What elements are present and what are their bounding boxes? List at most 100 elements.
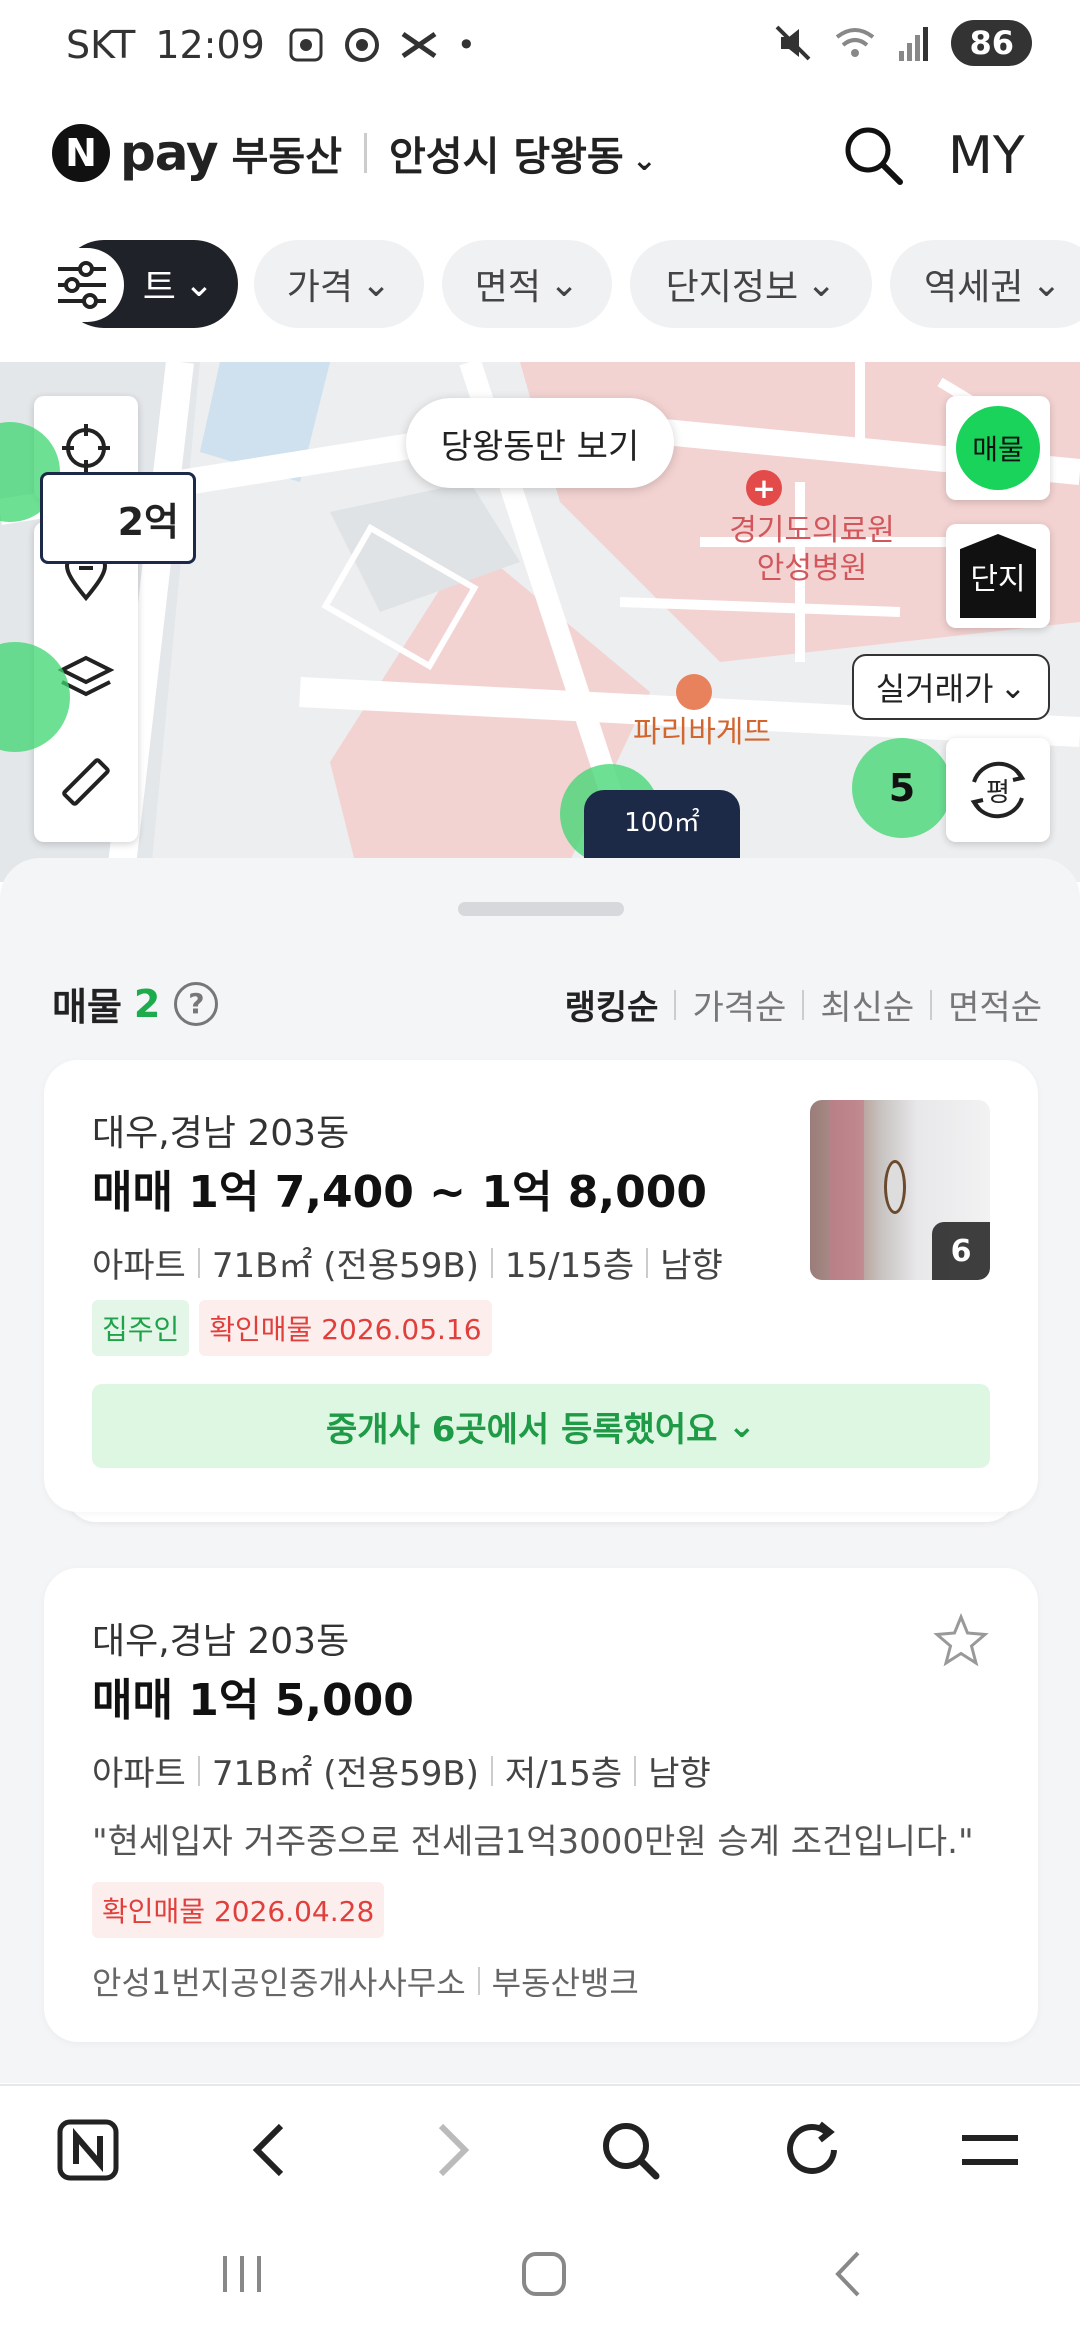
unit-toggle-button[interactable]: 평 xyxy=(946,738,1050,842)
chevron-down-icon: ⌄ xyxy=(549,263,580,305)
service-name: 부동산 xyxy=(231,134,342,180)
dong-only-label: 당왕동만 보기 xyxy=(440,426,640,467)
listing-area: 71B㎡ (전용59B) xyxy=(211,1246,479,1286)
help-icon[interactable]: ? xyxy=(174,981,219,1026)
filter-chip-label: 면적 xyxy=(474,267,542,308)
system-nav xyxy=(0,2214,1080,2340)
brand[interactable]: N pay 부동산 안성시 당왕동 ⌄ xyxy=(52,124,657,182)
listing-title: 매물 xyxy=(52,985,122,1029)
header-divider xyxy=(364,133,367,173)
agents-expand-button[interactable]: 중개사 6곳에서 등록했어요 ⌄ xyxy=(92,1384,990,1468)
hospital-label: 경기도의료원 안성병원 xyxy=(729,513,895,586)
listing-area: 71B㎡ (전용59B) xyxy=(211,1754,479,1794)
hospital-icon: + xyxy=(746,470,782,506)
listing-office: 안성1번지공인중개사사무소 부동산뱅크 xyxy=(92,1958,639,2004)
listing-type: 아파트 xyxy=(92,1754,186,1794)
chevron-down-icon: ⌄ xyxy=(727,1406,756,1446)
home-button[interactable] xyxy=(514,2244,574,2304)
chrome-icon xyxy=(344,28,379,62)
pyeong-label: 평 xyxy=(986,777,1010,808)
map-cluster[interactable]: 5 xyxy=(852,738,952,838)
filter-bar: 트 ⌄ 가격 ⌄ 면적 ⌄ 단지정보 ⌄ 역세권 ⌄ xyxy=(0,240,1080,332)
filter-chip-label: 단지정보 xyxy=(665,267,799,308)
filter-chip-area[interactable]: 면적 ⌄ xyxy=(442,240,612,328)
carrier: SKT xyxy=(66,23,136,67)
listing-description: "현세입자 거주중으로 전세금1억3000만원 승계 조건입니다." xyxy=(92,1822,974,1862)
hamburger-icon xyxy=(962,2135,1018,2165)
status-bar: SKT 12:09 • 86 xyxy=(0,0,1080,90)
sort-ranking[interactable]: 랭킹순 xyxy=(549,980,675,1029)
photo-count: 6 xyxy=(932,1222,990,1280)
listing-tags: 집주인 확인매물 2026.05.16 xyxy=(92,1300,502,1356)
refresh-icon xyxy=(787,2121,837,2174)
listing-direction: 남향 xyxy=(648,1754,711,1794)
recent-apps-button[interactable] xyxy=(212,2244,272,2304)
filter-chip-price[interactable]: 가격 ⌄ xyxy=(254,240,424,328)
app-header: N pay 부동산 안성시 당왕동 ⌄ MY xyxy=(0,110,1080,200)
photo-curtain xyxy=(830,1100,864,1280)
search-button[interactable] xyxy=(594,2114,666,2186)
listing-count: 2 xyxy=(133,981,161,1026)
my-button[interactable]: MY xyxy=(948,126,1025,186)
system-back-button[interactable] xyxy=(818,2244,878,2304)
sort-price[interactable]: 가격순 xyxy=(676,980,802,1029)
photo-mirror xyxy=(884,1160,906,1214)
sort-latest[interactable]: 최신순 xyxy=(804,980,930,1029)
filter-chip-label: 역세권 xyxy=(924,267,1024,308)
listing-card[interactable]: 대우,경남 203동 매매 1억 5,000 아파트 71B㎡ (전용59B) … xyxy=(44,1568,1038,2042)
filter-settings-button[interactable] xyxy=(40,248,124,322)
back-button[interactable] xyxy=(234,2114,306,2186)
naver-n-icon xyxy=(57,2119,119,2181)
status-right: 86 xyxy=(773,20,1032,66)
cluster-count: 5 xyxy=(888,766,916,810)
wifi-icon xyxy=(836,28,875,57)
listing-name: 대우,경남 203동 xyxy=(92,1621,350,1662)
real-price-dropdown[interactable]: 실거래가 ⌄ xyxy=(852,654,1050,720)
listing-floor: 15/15층 xyxy=(504,1246,635,1286)
ruler-button[interactable] xyxy=(34,730,138,834)
chevron-down-icon: ⌄ xyxy=(631,143,657,178)
listing-direction: 남향 xyxy=(660,1246,723,1286)
star-icon[interactable] xyxy=(932,1612,990,1670)
listing-price: 매매 1억 5,000 xyxy=(92,1675,414,1726)
forward-button[interactable] xyxy=(416,2114,488,2186)
filter-chip-complex-info[interactable]: 단지정보 ⌄ xyxy=(630,240,872,328)
listing-spec: 아파트 71B㎡ (전용59B) 저/15층 남향 xyxy=(92,1746,711,1795)
real-price-label: 실거래가 xyxy=(875,670,994,708)
filter-chip-station[interactable]: 역세권 ⌄ xyxy=(890,240,1080,328)
sort-area[interactable]: 면적순 xyxy=(932,980,1042,1029)
location-selector[interactable]: 안성시 당왕동 ⌄ xyxy=(389,124,657,182)
reload-button[interactable] xyxy=(776,2114,848,2186)
menu-button[interactable] xyxy=(954,2114,1026,2186)
dot-icon: • xyxy=(456,26,476,64)
dong-only-button[interactable]: 당왕동만 보기 xyxy=(406,398,674,488)
screenshot-icon xyxy=(289,28,323,62)
sheet-handle[interactable] xyxy=(458,902,624,916)
complex-toggle[interactable]: 단지 xyxy=(946,524,1050,628)
messenger-icon xyxy=(401,31,437,59)
sale-toggle[interactable]: 매물 xyxy=(946,396,1050,500)
chevron-right-icon xyxy=(438,2123,470,2177)
battery-level: 86 xyxy=(951,20,1032,66)
list-header: 매물 2 ? 랭킹순 가격순 최신순 면적순 xyxy=(52,976,1042,1036)
sort-options: 랭킹순 가격순 최신순 면적순 xyxy=(549,980,1042,1029)
listing-floor: 저/15층 xyxy=(504,1754,623,1794)
ruler-icon xyxy=(62,758,110,806)
chevron-down-icon: ⌄ xyxy=(361,263,392,305)
naver-home-button[interactable] xyxy=(52,2114,124,2186)
naver-logo-icon: N xyxy=(52,124,110,182)
office-name: 안성1번지공인중개사사무소 xyxy=(92,1964,466,2002)
status-time: 12:09 xyxy=(155,23,265,67)
listing-photo[interactable]: 6 xyxy=(810,1100,990,1280)
browser-nav xyxy=(0,2084,1080,2214)
notification-icons: • xyxy=(287,26,476,64)
marker-price: 2억 xyxy=(117,499,179,544)
listing-count-title: 매물 2 ? xyxy=(52,976,219,1031)
home-icon xyxy=(522,2252,566,2296)
search-icon[interactable] xyxy=(840,122,906,188)
listing-card[interactable]: 대우,경남 203동 매매 1억 7,400 ~ 1억 8,000 아파트 71… xyxy=(44,1060,1038,1512)
map-view[interactable]: 2억 당왕동만 보기 + 경기도의료원 안성병원 파리바게뜨 100㎡ 5 매물… xyxy=(0,362,1080,882)
search-icon xyxy=(603,2123,660,2180)
chevron-left-icon xyxy=(252,2123,284,2177)
price-marker[interactable]: 2억 xyxy=(40,472,196,564)
